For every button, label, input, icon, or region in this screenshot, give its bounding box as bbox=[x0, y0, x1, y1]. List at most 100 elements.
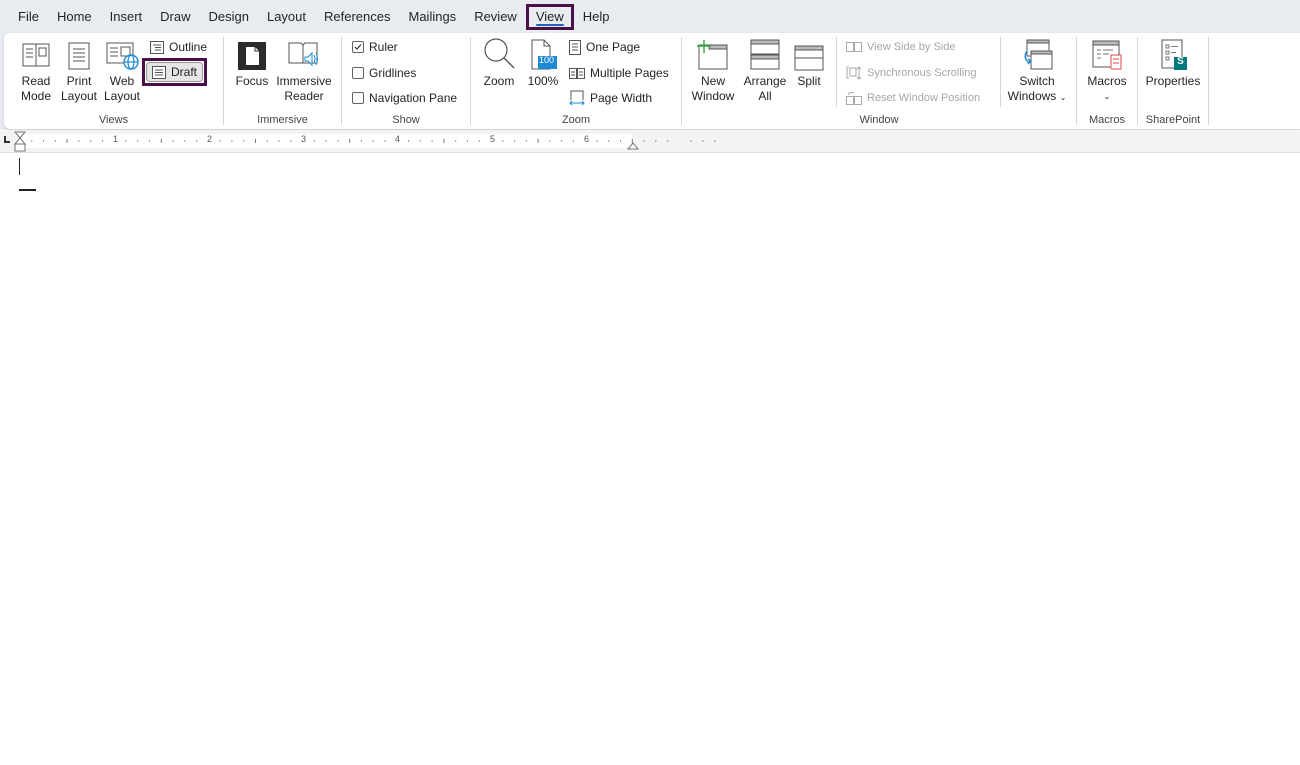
group-sharepoint: S Properties SharePoint bbox=[1138, 33, 1208, 129]
macros-button[interactable]: Macros ⌄ bbox=[1083, 37, 1131, 104]
horizontal-ruler[interactable]: 1 2 3 4 5 6 bbox=[0, 131, 1300, 153]
tab-design[interactable]: Design bbox=[200, 4, 258, 30]
tab-mailings[interactable]: Mailings bbox=[400, 4, 466, 30]
ruler-number: 3 bbox=[301, 134, 307, 144]
draft-button[interactable]: Draft bbox=[146, 62, 204, 82]
print-layout-label-2: Layout bbox=[60, 89, 98, 103]
read-mode-label-1: Read bbox=[21, 74, 51, 88]
zoom-button[interactable]: Zoom bbox=[479, 37, 519, 89]
outline-label: Outline bbox=[169, 40, 208, 54]
multiple-pages-button[interactable]: Multiple Pages bbox=[569, 63, 669, 83]
ruler-number: 5 bbox=[490, 134, 496, 144]
end-of-document-mark bbox=[19, 189, 36, 191]
separator bbox=[1000, 37, 1001, 107]
ribbon-tabs: File Home Insert Draw Design Layout Refe… bbox=[0, 0, 619, 34]
immersive-reader-label-1: Immersive bbox=[276, 74, 332, 88]
zoom-group-label: Zoom bbox=[561, 114, 591, 126]
navigation-pane-label: Navigation Pane bbox=[369, 91, 458, 105]
draft-icon bbox=[152, 65, 166, 79]
split-button[interactable]: Split bbox=[790, 37, 828, 89]
split-icon bbox=[794, 45, 824, 71]
ruler-number: 1 bbox=[113, 134, 119, 144]
print-layout-button[interactable]: Print Layout bbox=[58, 37, 100, 104]
switch-windows-label-2: Windows ⌄ bbox=[1006, 89, 1068, 105]
immersive-group-label: Immersive bbox=[257, 114, 308, 126]
arrange-all-icon bbox=[750, 39, 780, 70]
synchronous-scrolling-button[interactable]: Synchronous Scrolling bbox=[846, 63, 976, 83]
macros-group-label: Macros bbox=[1088, 114, 1126, 126]
right-indent-marker[interactable] bbox=[627, 138, 639, 150]
navigation-pane-checkbox[interactable]: Navigation Pane bbox=[352, 88, 457, 108]
ruler-checkbox[interactable]: Ruler bbox=[352, 37, 398, 57]
properties-button[interactable]: S Properties bbox=[1142, 37, 1204, 89]
ruler-label: Ruler bbox=[369, 40, 398, 54]
zoom-100-badge: 100 bbox=[538, 55, 555, 65]
immersive-reader-button[interactable]: Immersive Reader bbox=[274, 37, 334, 104]
navigation-pane-checkbox-box[interactable] bbox=[352, 92, 364, 104]
tab-insert[interactable]: Insert bbox=[101, 4, 152, 30]
view-side-by-side-button[interactable]: View Side by Side bbox=[846, 37, 955, 57]
macros-label: Macros bbox=[1087, 74, 1127, 88]
one-page-label: One Page bbox=[586, 40, 641, 54]
tab-file[interactable]: File bbox=[9, 4, 48, 30]
immersive-reader-icon bbox=[288, 42, 318, 67]
web-layout-button[interactable]: Web Layout bbox=[100, 37, 144, 104]
one-page-icon bbox=[569, 39, 581, 55]
text-cursor bbox=[19, 158, 20, 175]
switch-windows-button[interactable]: Switch Windows ⌄ bbox=[1006, 37, 1068, 105]
tab-view[interactable]: View bbox=[525, 4, 574, 30]
outline-button[interactable]: Outline bbox=[150, 37, 207, 57]
zoom-icon bbox=[484, 38, 515, 69]
tab-draw[interactable]: Draw bbox=[151, 4, 199, 30]
zoom-label: Zoom bbox=[483, 74, 515, 88]
arrange-all-button[interactable]: Arrange All bbox=[740, 37, 790, 104]
web-layout-icon bbox=[106, 42, 139, 70]
gridlines-checkbox-box[interactable] bbox=[352, 67, 364, 79]
reset-window-position-button[interactable]: Reset Window Position bbox=[846, 88, 980, 108]
new-window-button[interactable]: New Window bbox=[686, 37, 740, 104]
zoom-100-button[interactable]: 100 100% bbox=[525, 37, 561, 89]
draft-label: Draft bbox=[171, 65, 198, 79]
zoom-100-label: 100% bbox=[527, 74, 559, 88]
focus-label: Focus bbox=[235, 74, 269, 88]
read-mode-button[interactable]: Read Mode bbox=[14, 37, 58, 104]
reset-window-position-label: Reset Window Position bbox=[867, 92, 981, 104]
separator bbox=[1208, 37, 1209, 125]
arrange-all-label-1: Arrange bbox=[743, 74, 787, 88]
page-width-button[interactable]: Page Width bbox=[569, 88, 652, 108]
gridlines-label: Gridlines bbox=[369, 66, 417, 80]
one-page-button[interactable]: One Page bbox=[569, 37, 640, 57]
tab-layout[interactable]: Layout bbox=[258, 4, 315, 30]
outline-icon bbox=[150, 40, 164, 54]
group-show: Ruler Gridlines Navigation Pane Show bbox=[342, 33, 470, 129]
switch-windows-icon bbox=[1024, 39, 1053, 70]
tab-references[interactable]: References bbox=[315, 4, 399, 30]
indent-marker[interactable] bbox=[14, 131, 26, 153]
views-group-label: Views bbox=[98, 114, 129, 126]
read-mode-icon bbox=[22, 43, 50, 67]
multiple-pages-label: Multiple Pages bbox=[590, 66, 669, 80]
tab-review[interactable]: Review bbox=[465, 4, 526, 30]
draft-highlight: Draft bbox=[142, 58, 208, 86]
document-area[interactable] bbox=[0, 154, 1300, 765]
print-layout-label-1: Print bbox=[66, 74, 92, 88]
ruler-checkbox-box[interactable] bbox=[352, 41, 364, 53]
ruler-number: 2 bbox=[207, 134, 213, 144]
tab-home[interactable]: Home bbox=[48, 4, 101, 30]
show-group-label: Show bbox=[392, 114, 420, 126]
arrange-all-label-2: All bbox=[758, 89, 772, 103]
view-side-by-side-label: View Side by Side bbox=[867, 41, 956, 53]
page-width-label: Page Width bbox=[590, 91, 653, 105]
group-window: New Window Arrange All Split View Side b… bbox=[682, 33, 1076, 129]
gridlines-checkbox[interactable]: Gridlines bbox=[352, 63, 416, 83]
immersive-reader-label-2: Reader bbox=[284, 89, 324, 103]
split-label: Split bbox=[797, 74, 821, 88]
focus-button[interactable]: Focus bbox=[232, 37, 272, 89]
ruler-number: 6 bbox=[584, 134, 590, 144]
macros-icon bbox=[1092, 40, 1122, 70]
print-layout-icon bbox=[68, 42, 90, 70]
synchronous-scrolling-label: Synchronous Scrolling bbox=[867, 67, 977, 79]
ribbon: Read Mode Print Layout Web Layout Outlin… bbox=[4, 33, 1300, 129]
tab-help[interactable]: Help bbox=[574, 4, 619, 30]
switch-windows-label-1: Switch bbox=[1019, 74, 1055, 88]
